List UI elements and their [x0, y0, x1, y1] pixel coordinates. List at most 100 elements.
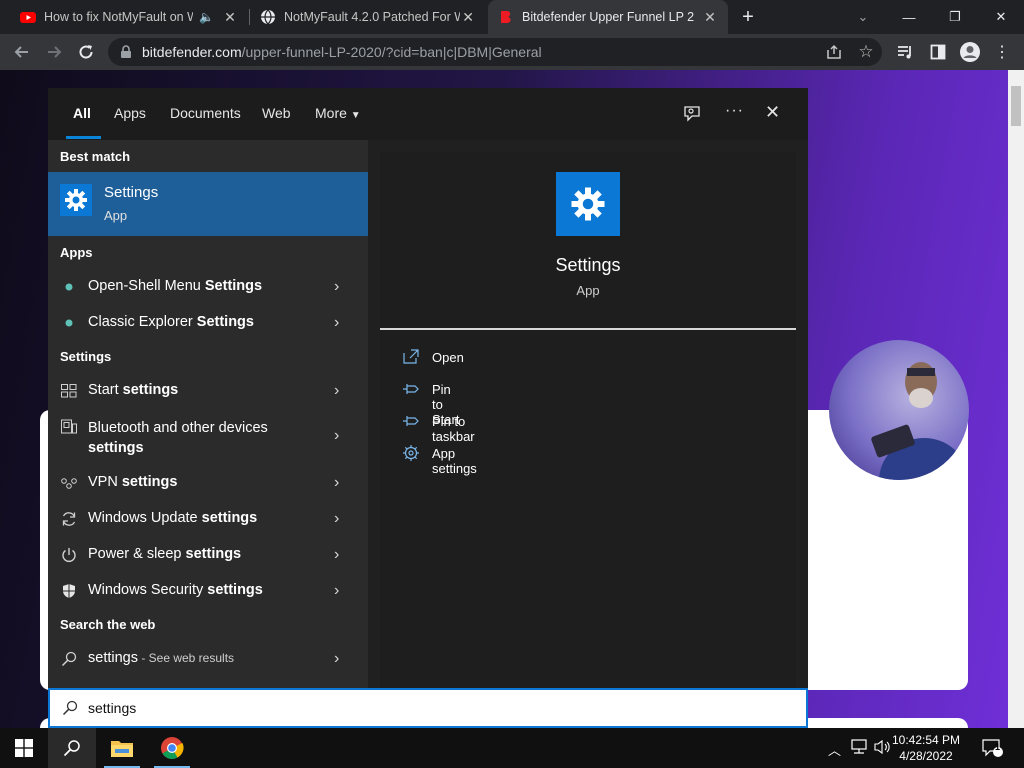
chevron-right-icon[interactable]: › [334, 650, 339, 668]
clock-date: 4/28/2022 [899, 749, 953, 763]
gear-icon [403, 445, 419, 461]
result-label: Windows Security settings [88, 582, 263, 598]
speaker-icon[interactable]: 🔈 [199, 10, 214, 24]
taskbar: ︿ 10:42:54 PM 4/28/2022 1 [0, 728, 1024, 768]
update-icon [60, 510, 78, 528]
screen: How to fix NotMyFault on W 🔈 ✕ NotMyFaul… [0, 0, 1024, 768]
chevron-right-icon[interactable]: › [334, 474, 339, 492]
tab-apps[interactable]: Apps [114, 105, 146, 121]
search-icon [60, 650, 78, 668]
side-panel-icon[interactable] [926, 40, 950, 64]
lock-icon[interactable] [120, 45, 132, 59]
network-icon[interactable] [850, 739, 868, 758]
file-explorer-icon[interactable] [98, 728, 146, 768]
close-tab-icon[interactable]: ✕ [460, 9, 476, 26]
close-search-icon[interactable]: ✕ [765, 102, 780, 123]
close-tab-icon[interactable]: ✕ [222, 9, 238, 26]
result-label: Open-Shell Menu Settings [88, 278, 263, 294]
close-window-button[interactable]: ✕ [978, 0, 1024, 34]
address-path: /upper-funnel-LP-2020/?cid=ban|c|DBM|Gen… [241, 44, 542, 60]
result-label: VPN settings [88, 474, 178, 490]
settings-gear-icon [556, 172, 620, 236]
reload-icon[interactable] [74, 40, 98, 64]
result-label: Power & sleep settings [88, 546, 242, 562]
chevron-right-icon[interactable]: › [334, 427, 339, 445]
vpn-icon [60, 474, 78, 492]
search-icon [62, 700, 78, 716]
classic-explorer-icon [60, 314, 78, 332]
address-domain: bitdefender.com [142, 44, 242, 60]
back-icon[interactable] [10, 40, 34, 64]
profile-avatar-icon[interactable] [958, 40, 982, 64]
result-preview-pane: Settings App Open Pin to Start Pin to ta… [380, 152, 796, 688]
person-photo [829, 340, 969, 480]
chrome-icon[interactable] [148, 728, 196, 768]
pin-icon [403, 384, 419, 394]
new-tab-icon[interactable]: + [736, 5, 760, 29]
open-icon [403, 349, 419, 364]
open-shell-icon [60, 278, 78, 296]
best-match-title: Settings [104, 184, 159, 201]
taskbar-clock[interactable]: 10:42:54 PM 4/28/2022 [888, 732, 964, 764]
more-options-icon[interactable]: ··· [725, 102, 744, 120]
tab-search-icon[interactable]: ⌄ [840, 0, 886, 34]
tab-web[interactable]: Web [262, 105, 291, 121]
chrome-menu-icon[interactable]: ⋮ [990, 40, 1014, 64]
feedback-icon[interactable] [682, 104, 702, 124]
notification-center-icon[interactable]: 1 [982, 738, 1004, 761]
apps-heading: Apps [60, 245, 93, 260]
pin-icon [403, 416, 419, 426]
result-label: Start settings [88, 382, 179, 398]
result-label: settings - See web results [88, 650, 235, 666]
globe-icon [261, 9, 275, 25]
bitdefender-icon [501, 11, 511, 23]
tab-more[interactable]: More ▼ [315, 105, 361, 121]
clock-time: 10:42:54 PM [891, 733, 961, 747]
settings-gear-icon [60, 184, 92, 216]
chevron-right-icon[interactable]: › [334, 278, 339, 296]
minimize-button[interactable]: — [886, 0, 932, 34]
action-label: Open [432, 350, 464, 365]
taskbar-search-icon[interactable] [48, 728, 96, 768]
preview-divider [380, 328, 796, 330]
chevron-right-icon[interactable]: › [334, 510, 339, 528]
chevron-right-icon[interactable]: › [334, 546, 339, 564]
page-scrollbar[interactable] [1008, 70, 1024, 728]
scrollbar-thumb[interactable] [1011, 86, 1021, 126]
tab-documents[interactable]: Documents [170, 105, 241, 121]
forward-icon[interactable] [42, 40, 66, 64]
tab-title: How to fix NotMyFault on W [44, 10, 194, 24]
restore-button[interactable]: ❐ [932, 0, 978, 34]
browser-tab-notmyfault[interactable]: NotMyFault 4.2.0 Patched For W ✕ [250, 0, 486, 34]
share-icon[interactable] [822, 40, 846, 64]
show-hidden-icons-icon[interactable]: ︿ [828, 740, 841, 759]
chevron-right-icon[interactable]: › [334, 314, 339, 332]
close-tab-icon[interactable]: ✕ [702, 9, 718, 26]
tab-all[interactable]: All [73, 105, 91, 121]
devices-icon [60, 418, 78, 436]
search-scope-tabs: All Apps Documents Web More ▼ ··· ✕ [48, 88, 808, 140]
search-results-list: Best match Settings App Apps Open-Shell … [48, 140, 368, 688]
notification-count: 1 [995, 742, 1001, 752]
bookmark-star-icon[interactable]: ☆ [854, 40, 878, 64]
chevron-right-icon[interactable]: › [334, 382, 339, 400]
power-icon [60, 546, 78, 564]
result-label: Bluetooth and other devices settings [88, 420, 268, 456]
windows-start-icon[interactable] [0, 728, 48, 768]
browser-tab-youtube[interactable]: How to fix NotMyFault on W 🔈 ✕ [10, 0, 248, 34]
start-search-panel: All Apps Documents Web More ▼ ··· ✕ Best… [48, 88, 808, 728]
browser-tab-strip: How to fix NotMyFault on W 🔈 ✕ NotMyFaul… [0, 0, 1024, 34]
media-control-icon[interactable] [894, 40, 918, 64]
action-label: Pin to taskbar [432, 414, 475, 444]
search-web-heading: Search the web [60, 617, 156, 632]
active-tab-indicator [66, 136, 101, 139]
best-match-settings[interactable]: Settings App [48, 172, 368, 236]
youtube-icon [20, 12, 36, 23]
address-bar[interactable]: bitdefender.com/upper-funnel-LP-2020/?ci… [108, 38, 882, 66]
browser-toolbar: bitdefender.com/upper-funnel-LP-2020/?ci… [0, 34, 1024, 70]
best-match-subtitle: App [104, 208, 128, 223]
chevron-right-icon[interactable]: › [334, 582, 339, 600]
search-input[interactable]: settings [48, 688, 808, 728]
preview-subtitle: App [576, 283, 600, 298]
browser-tab-bitdefender[interactable]: Bitdefender Upper Funnel LP 202 ✕ [488, 0, 728, 34]
